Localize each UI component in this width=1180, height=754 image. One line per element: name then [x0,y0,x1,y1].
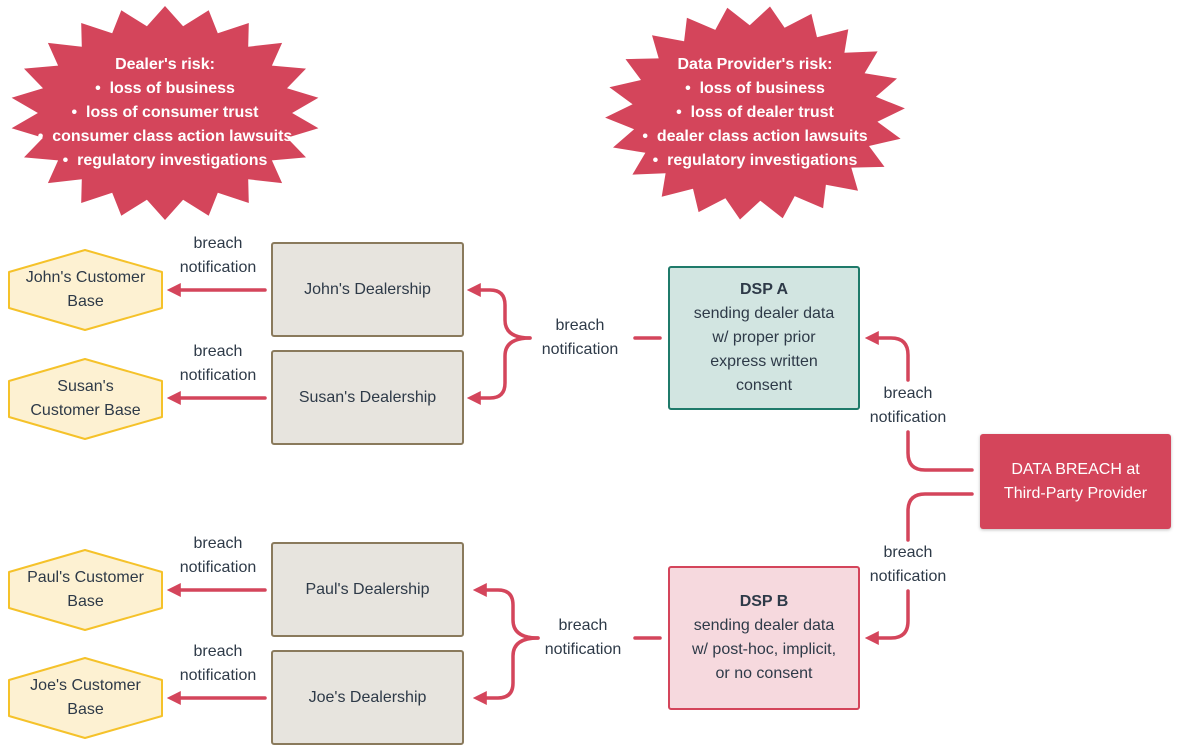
dsp-a-line: w/ proper prior [712,329,816,346]
customer-base-joe[interactable]: Joe's Customer Base [7,656,164,740]
breach-line: Third-Party Provider [1003,484,1148,502]
edge-label-breach-notification: breach notification [544,617,622,658]
risk-title: Data Provider's risk: [677,56,833,73]
breach-line: DATA BREACH at [1011,460,1140,478]
customer-base-paul[interactable]: Paul's Customer Base [7,548,164,632]
dsp-b-box[interactable]: DSP B sending dealer data w/ post-hoc, i… [668,566,860,710]
brace-top-john [466,283,532,340]
dsp-b-line: w/ post-hoc, implicit, [691,641,837,658]
dealership-label: Joe's Dealership [308,688,427,706]
dealership-paul[interactable]: Paul's Dealership [271,542,464,637]
breach-to-dsp-a-lower [906,430,974,472]
risk-item: • loss of business [685,80,825,97]
breach-to-dsp-b-lower [864,589,910,645]
risk-item: • loss of consumer trust [71,104,259,121]
edge-label-breach-notification: breach notification [179,343,257,384]
data-breach-box[interactable]: DATA BREACH at Third-Party Provider [980,434,1171,529]
dealership-label: John's Dealership [304,280,431,298]
breach-to-dsp-a-upper [864,331,910,382]
customer-base-john[interactable]: John's Customer Base [7,248,164,332]
dsp-a-title: DSP A [739,281,788,298]
risk-item: • loss of business [95,80,235,97]
provider-risk-burst: Data Provider's risk: • loss of business… [605,6,905,220]
risk-item: • consumer class action lawsuits [37,128,293,145]
dealership-joe[interactable]: Joe's Dealership [271,650,464,745]
dsp-a-line: sending dealer data [693,305,835,322]
dealer-risk-burst: Dealer's risk: • loss of business • loss… [10,6,320,220]
risk-item: • regulatory investigations [652,152,858,169]
edge-label-breach-notification: breach notification [869,385,947,426]
dealership-label: Paul's Dealership [305,580,430,598]
risk-title: Dealer's risk: [115,56,215,73]
breach-to-dsp-b-upper [906,492,974,542]
edge-label-breach-notification: breach notification [179,643,257,684]
customer-base-susan[interactable]: Susan's Customer Base [7,357,164,441]
dsp-b-line: sending dealer data [693,617,835,634]
edge-label-breach-notification: breach notification [179,235,257,276]
edge-label-breach-notification: breach notification [179,535,257,576]
edge-label-breach-notification: breach notification [869,544,947,585]
risk-item: • regulatory investigations [62,152,268,169]
risk-item: • loss of dealer trust [676,104,834,121]
dsp-a-box[interactable]: DSP A sending dealer data w/ proper prio… [668,266,860,410]
dsp-b-title: DSP B [739,593,789,610]
dsp-a-line: express written [710,353,818,370]
diagram: Dealer's risk: • loss of business • loss… [0,0,1180,754]
dealership-john[interactable]: John's Dealership [271,242,464,337]
edge-label-breach-notification: breach notification [541,317,619,358]
dsp-b-line: or no consent [715,665,813,682]
dealership-susan[interactable]: Susan's Dealership [271,350,464,445]
brace-top-susan [466,336,532,405]
dealership-label: Susan's Dealership [298,388,437,406]
dsp-a-line: consent [735,377,793,394]
risk-item: • dealer class action lawsuits [642,128,868,145]
